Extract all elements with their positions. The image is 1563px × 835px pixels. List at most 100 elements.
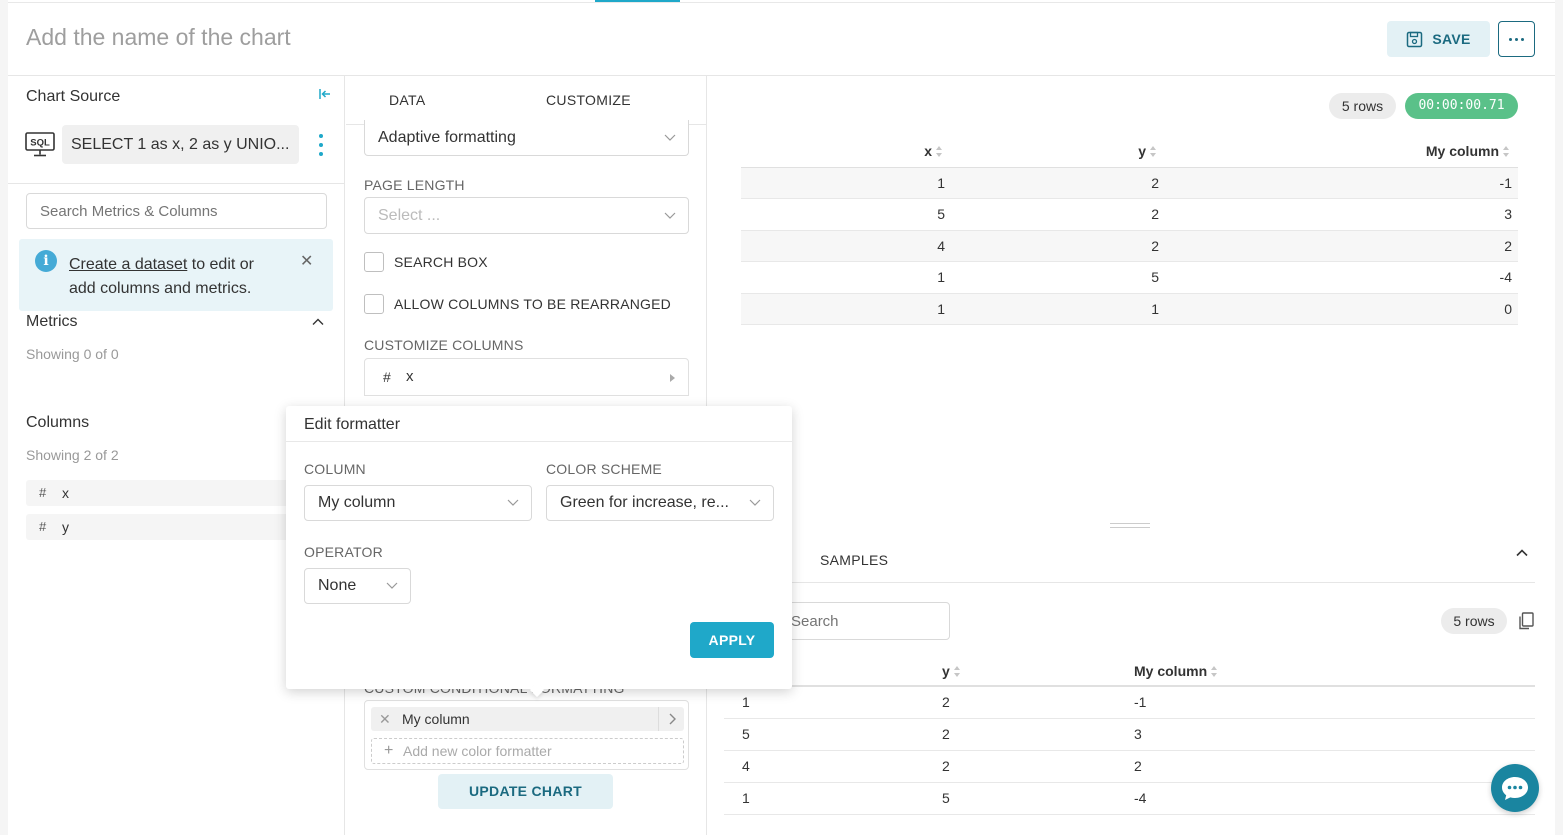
chart-title-input[interactable]: Add the name of the chart (26, 24, 291, 51)
search-box-label: SEARCH BOX (394, 254, 488, 270)
add-color-formatter-button[interactable]: + Add new color formatter (371, 738, 684, 764)
samples-search-input[interactable] (778, 602, 950, 640)
operator-value: None (318, 577, 357, 594)
page-length-placeholder: Select ... (378, 206, 441, 224)
metrics-section-title[interactable]: Metrics (26, 313, 78, 331)
active-top-tab-indicator (595, 0, 680, 2)
metrics-count: Showing 0 of 0 (26, 346, 119, 362)
remove-formatter-icon[interactable]: ✕ (379, 707, 391, 731)
search-metrics-columns-input[interactable] (26, 193, 327, 229)
top-tab-strip (8, 0, 1555, 3)
save-icon (1407, 31, 1423, 47)
sort-icon[interactable] (1211, 665, 1218, 677)
tab-data[interactable]: DATA (389, 92, 425, 108)
chevron-down-icon (664, 212, 676, 219)
create-dataset-link[interactable]: Create a dataset (69, 256, 187, 273)
search-box-option[interactable]: SEARCH BOX (364, 252, 488, 272)
column-item-x[interactable]: # x (26, 480, 296, 506)
table-row: 523 (724, 718, 1535, 751)
customize-column-x[interactable]: # x (364, 358, 689, 396)
operator-label: OPERATOR (304, 544, 383, 560)
table-row: 422 (741, 230, 1518, 262)
column-label: COLUMN (304, 461, 366, 477)
samples-header-my-column[interactable]: My column (1134, 656, 1535, 687)
column-name: y (62, 519, 69, 535)
table-row: 422 (724, 750, 1535, 783)
chat-button[interactable] (1491, 764, 1539, 812)
color-formatter-item[interactable]: ✕ My column (371, 707, 684, 731)
customize-column-name: x (406, 368, 414, 385)
save-button-label: SAVE (1432, 31, 1471, 47)
formatting-select[interactable]: Adaptive formatting (364, 120, 689, 156)
table-row: 1 2 -1 (741, 167, 1518, 199)
columns-section-title[interactable]: Columns (26, 414, 89, 432)
columns-count: Showing 2 of 2 (26, 447, 119, 463)
numeric-type-icon: # (39, 485, 47, 500)
numeric-type-icon: # (383, 369, 391, 385)
sort-icon[interactable] (1150, 146, 1157, 158)
chevron-up-icon[interactable] (311, 315, 325, 329)
formatter-column-name: My column (402, 711, 470, 727)
column-header-x[interactable]: x (741, 136, 951, 168)
plus-icon: + (384, 742, 394, 759)
page-length-label: PAGE LENGTH (364, 177, 465, 193)
operator-select[interactable]: None (304, 568, 411, 604)
column-header-my-column[interactable]: My column (1165, 136, 1518, 168)
table-row: 523 (741, 198, 1518, 231)
copy-icon[interactable] (1518, 612, 1534, 630)
table-row: 110 (741, 293, 1518, 325)
page-length-select[interactable]: Select ... (364, 197, 689, 234)
allow-rearrange-label: ALLOW COLUMNS TO BE REARRANGED (394, 296, 671, 312)
color-scheme-value: Green for increase, re... (560, 494, 729, 511)
customize-columns-label: CUSTOMIZE COLUMNS (364, 337, 524, 353)
formatter-column-select[interactable]: My column (304, 485, 532, 521)
conditional-formatting-list: ✕ My column + Add new color formatter (364, 700, 689, 770)
column-header-y[interactable]: y (951, 136, 1165, 168)
color-scheme-select[interactable]: Green for increase, re... (546, 485, 774, 521)
samples-divider (724, 582, 1535, 583)
table-row: 1 5 -4 (724, 782, 1535, 815)
samples-table: x y My column 12-1 523 422 15-4 (724, 656, 1535, 815)
chart-source-query[interactable]: SELECT 1 as x, 2 as y UNIO... (62, 125, 299, 164)
resize-handle[interactable] (1110, 523, 1150, 528)
caret-right-icon (670, 374, 675, 382)
apply-button[interactable]: APPLY (690, 622, 774, 658)
search-box-checkbox[interactable] (364, 252, 384, 272)
row-count-badge: 5 rows (1329, 93, 1396, 119)
chat-icon (1502, 777, 1528, 800)
chevron-up-icon[interactable] (1515, 546, 1529, 560)
samples-header-y[interactable]: y (942, 656, 1134, 687)
source-menu-kebab-icon[interactable] (319, 134, 324, 156)
chevron-down-icon (507, 499, 519, 506)
popover-title: Edit formatter (304, 416, 401, 433)
column-name: x (62, 485, 69, 501)
allow-rearrange-checkbox[interactable] (364, 294, 384, 314)
add-color-formatter-label: Add new color formatter (403, 743, 552, 759)
more-options-button[interactable] (1498, 21, 1535, 57)
samples-row-count-badge: 5 rows (1441, 608, 1507, 634)
sql-icon-label: SQL (30, 138, 50, 149)
chart-source-title: Chart Source (26, 88, 121, 105)
numeric-type-icon: # (39, 519, 47, 534)
tab-samples[interactable]: SAMPLES (820, 552, 888, 568)
collapse-panel-icon[interactable] (317, 86, 333, 102)
formatting-select-value: Adaptive formatting (378, 128, 516, 146)
column-item-y[interactable]: # y (26, 514, 296, 540)
chevron-right-icon (669, 713, 676, 725)
chevron-down-icon (386, 582, 398, 589)
popover-divider (286, 441, 792, 442)
sort-icon[interactable] (1503, 146, 1510, 158)
sort-icon[interactable] (936, 146, 943, 158)
save-button[interactable]: SAVE (1387, 21, 1490, 57)
edit-formatter-chevron[interactable] (658, 707, 684, 731)
tab-customize[interactable]: CUSTOMIZE (546, 92, 631, 108)
allow-rearrange-option[interactable]: ALLOW COLUMNS TO BE REARRANGED (364, 294, 671, 314)
sort-icon[interactable] (953, 665, 961, 677)
left-panel-divider (8, 183, 345, 184)
update-chart-button[interactable]: UPDATE CHART (438, 774, 613, 809)
chevron-down-icon (749, 499, 761, 506)
sql-icon: SQL (25, 132, 55, 157)
formatter-column-value: My column (318, 494, 396, 511)
info-icon: i (35, 250, 57, 272)
close-icon[interactable]: ✕ (300, 251, 313, 271)
